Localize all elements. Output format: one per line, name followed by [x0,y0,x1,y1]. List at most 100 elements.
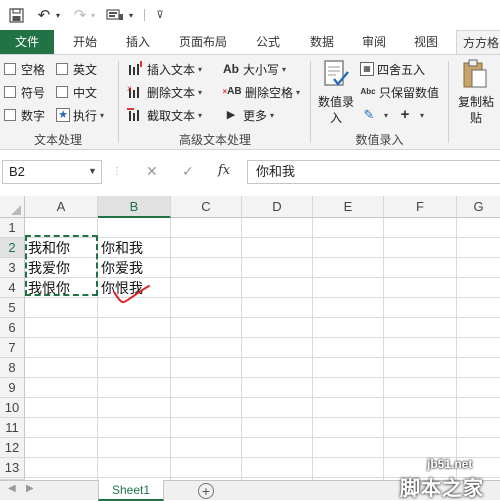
cancel-icon[interactable]: ✕ [146,163,158,180]
select-all-corner[interactable] [0,196,25,218]
add-dropdown-button[interactable]: + ▾ [396,105,424,125]
checkbox-box[interactable] [56,63,68,75]
case-label: 大小写 [243,62,280,77]
row-header-12[interactable]: 12 [0,438,25,458]
row-header-9[interactable]: 9 [0,378,25,398]
undo-icon[interactable]: ↶ [34,5,54,25]
column-header-b[interactable]: B [98,196,171,218]
next-sheet-icon[interactable]: ▶ [26,483,34,494]
row-header-7[interactable]: 7 [0,338,25,358]
checkbox-box[interactable] [4,109,16,121]
worksheet-grid[interactable]: A B C D E F G 1 2 3 4 5 6 7 8 9 10 11 12… [0,196,500,480]
tab-review[interactable]: 审阅 [354,30,394,54]
row-header-6[interactable]: 6 [0,318,25,338]
case-icon: Ab [223,62,239,76]
column-header-a[interactable]: A [25,196,98,218]
keep-numeric-button[interactable]: Abc 只保留数值 [360,82,439,102]
checkbox-chinese[interactable]: 中文 [56,82,97,102]
redo-icon[interactable]: ↷ [70,5,90,25]
extract-text-button[interactable]: 截取文本 ▾ [126,105,202,125]
checkbox-box[interactable] [56,86,68,98]
row-header-8[interactable]: 8 [0,358,25,378]
checkbox-box[interactable] [4,86,16,98]
insert-text-button[interactable]: 插入文本 ▾ [126,59,202,79]
column-header-f[interactable]: F [384,196,457,218]
chevron-down-icon: ▾ [282,64,287,74]
column-header-d[interactable]: D [242,196,313,218]
formula-bar-grip-icon[interactable]: ⋮ [112,166,122,177]
delete-space-icon-text: AB [227,86,242,97]
sheet-tab-sheet1[interactable]: Sheet1 [98,480,164,501]
checkbox-number[interactable]: 数字 [4,105,45,125]
insert-function-icon[interactable]: fx [218,163,230,178]
copy-paste-button[interactable]: 复制粘 贴 [452,59,500,129]
tab-fangfangge[interactable]: 方方格 [456,30,500,54]
round-button[interactable]: ▦ 四舍五入 [360,59,425,79]
row-header-4[interactable]: 4 [0,278,25,298]
edit-icon: ✎ [363,107,375,122]
numeric-entry-label-2: 入 [329,111,342,125]
round-icon: ▦ [360,62,374,76]
chevron-down-icon: ▾ [384,110,389,120]
group-label-numeric-entry: 数值录入 [355,133,404,147]
row-header-11[interactable]: 11 [0,418,25,438]
undo-dropdown-icon[interactable]: ▾ [53,5,63,25]
clipboard-icon [462,59,488,89]
row-header-3[interactable]: 3 [0,258,25,278]
edit-dropdown-button[interactable]: ✎ ▾ [360,105,388,125]
column-header-c[interactable]: C [171,196,242,218]
tab-view[interactable]: 视图 [406,30,446,54]
watermark-url: jb51.net [427,457,473,471]
checkbox-space[interactable]: 空格 [4,59,45,79]
enter-icon[interactable]: ✓ [182,163,194,180]
column-header-g[interactable]: G [457,196,500,218]
touch-mode-dropdown-icon[interactable]: ▾ [126,5,136,25]
row-header-2[interactable]: 2 [0,238,25,258]
tab-data[interactable]: 数据 [302,30,342,54]
add-sheet-icon[interactable]: + [198,483,214,499]
checkbox-english[interactable]: 英文 [56,59,97,79]
checkbox-label: 中文 [73,85,98,100]
more-button[interactable]: ▶ 更多 ▾ [222,105,274,125]
star-icon: ★ [56,108,70,122]
numeric-entry-label: 数值录 [317,95,354,109]
delete-text-button[interactable]: x 删除文本 ▾ [126,82,202,102]
row-header-5[interactable]: 5 [0,298,25,318]
cell-b3[interactable]: 你爱我 [99,258,170,278]
column-header-e[interactable]: E [313,196,384,218]
name-box[interactable]: B2 [2,160,102,184]
delete-space-button[interactable]: ×AB 删除空格 ▾ [222,82,300,102]
gridline [456,218,457,480]
execute-button[interactable]: ★ 执行 ▾ [56,105,104,125]
touch-mode-icon[interactable] [104,5,126,25]
formula-bar: B2 ▼ ⋮ ✕ ✓ fx 你和我 [0,150,500,192]
checkbox-label: 英文 [73,62,98,77]
customize-toolbar-icon[interactable]: ⊽ [154,5,166,25]
tab-formulas[interactable]: 公式 [248,30,288,54]
tab-home[interactable]: 开始 [64,30,106,54]
row-header-10[interactable]: 10 [0,398,25,418]
redo-dropdown-icon[interactable]: ▾ [88,5,98,25]
delete-space-label: 删除空格 [245,85,294,100]
formula-input[interactable]: 你和我 [247,160,500,184]
tab-insert[interactable]: 插入 [118,30,158,54]
name-box-dropdown-icon[interactable]: ▼ [88,166,97,176]
save-icon[interactable] [6,5,26,25]
tab-file[interactable]: 文件 [0,30,54,54]
numeric-entry-button[interactable]: 数值录 入 [314,59,358,129]
checkbox-symbol[interactable]: 符号 [4,82,45,102]
row-header-1[interactable]: 1 [0,218,25,238]
group-divider [118,61,119,143]
row-header-13[interactable]: 13 [0,458,25,478]
numeric-entry-icon [322,59,350,89]
tab-page-layout[interactable]: 页面布局 [170,30,236,54]
prev-sheet-icon[interactable]: ◀ [8,483,16,494]
name-box-value: B2 [9,164,25,179]
insert-text-icon [126,61,144,77]
extract-text-label: 截取文本 [147,108,196,123]
chevron-down-icon: ▾ [100,110,105,120]
cell-b2[interactable]: 你和我 [99,238,170,258]
case-button[interactable]: Ab 大小写 ▾ [222,59,286,79]
group-divider [310,61,311,143]
checkbox-box[interactable] [4,63,16,75]
